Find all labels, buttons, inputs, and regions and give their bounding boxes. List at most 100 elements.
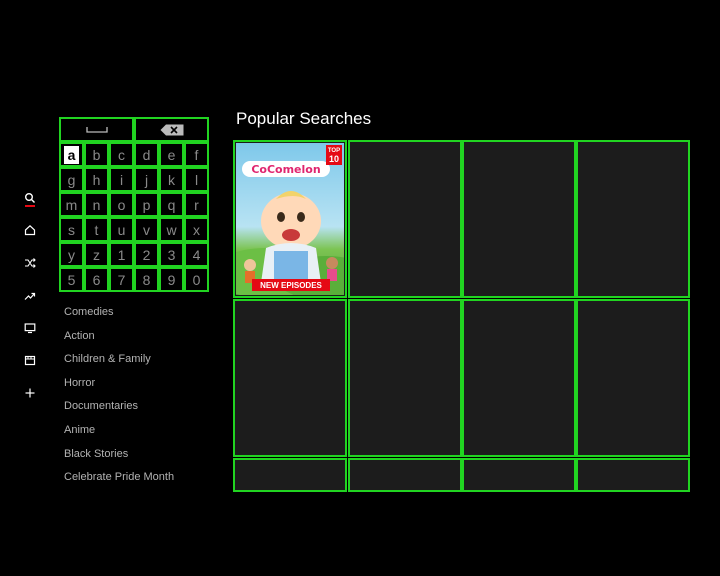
title-card[interactable]: [348, 140, 462, 298]
nav-tv[interactable]: [20, 318, 40, 338]
key-7[interactable]: 7: [109, 267, 134, 292]
nav-movies[interactable]: [20, 350, 40, 370]
key-label: 0: [192, 271, 201, 288]
key-g[interactable]: g: [59, 167, 84, 192]
key-label: 4: [192, 246, 201, 263]
show-logo-text: CoComelon: [251, 162, 321, 176]
key-k[interactable]: k: [159, 167, 184, 192]
title-card-featured[interactable]: CoComelon TOP 10 NEW EPISODES: [233, 140, 347, 298]
key-label: r: [194, 196, 199, 213]
key-label: 7: [117, 271, 126, 288]
key-m[interactable]: m: [59, 192, 84, 217]
key-4[interactable]: 4: [184, 242, 209, 267]
genre-item[interactable]: Documentaries: [64, 400, 138, 412]
title-card[interactable]: [576, 458, 690, 492]
key-label: t: [94, 221, 99, 238]
key-d[interactable]: d: [134, 142, 159, 167]
title-card[interactable]: [233, 299, 347, 457]
shuffle-icon: [25, 258, 36, 268]
nav-shuffle[interactable]: [20, 253, 40, 273]
genre-item[interactable]: Black Stories: [64, 448, 128, 460]
key-z[interactable]: z: [84, 242, 109, 267]
key-label: o: [117, 196, 126, 213]
key-label: n: [92, 196, 101, 213]
key-label: m: [65, 196, 78, 213]
genre-item[interactable]: Children & Family: [64, 353, 151, 365]
key-r[interactable]: r: [184, 192, 209, 217]
key-label: z: [93, 246, 100, 263]
title-card[interactable]: [462, 299, 576, 457]
key-t[interactable]: t: [84, 217, 109, 242]
key-label: w: [166, 221, 177, 238]
section-title: Popular Searches: [236, 109, 372, 128]
key-5[interactable]: 5: [59, 267, 84, 292]
key-label: k: [168, 171, 175, 188]
title-card[interactable]: [233, 458, 347, 492]
key-1[interactable]: 1: [109, 242, 134, 267]
genre-item[interactable]: Celebrate Pride Month: [64, 471, 174, 483]
key-label: x: [193, 221, 200, 238]
key-o[interactable]: o: [109, 192, 134, 217]
trending-icon: [24, 292, 36, 300]
key-p[interactable]: p: [134, 192, 159, 217]
nav-trending[interactable]: [20, 286, 40, 306]
key-c[interactable]: c: [109, 142, 134, 167]
title-card[interactable]: [462, 458, 576, 492]
key-label: 6: [92, 271, 101, 288]
title-card[interactable]: [348, 458, 462, 492]
key-label: y: [68, 246, 75, 263]
key-label: b: [92, 146, 101, 163]
key-8[interactable]: 8: [134, 267, 159, 292]
key-label: 2: [142, 246, 151, 263]
key-label: 1: [117, 246, 126, 263]
key-label: i: [119, 171, 124, 188]
title-card[interactable]: [576, 140, 690, 298]
key-label: d: [142, 146, 151, 163]
key-label: e: [167, 146, 176, 163]
key-3[interactable]: 3: [159, 242, 184, 267]
plus-icon: [25, 388, 35, 398]
top10-badge: TOP 10: [326, 145, 342, 165]
key-label: s: [68, 221, 75, 238]
key-label: l: [194, 171, 199, 188]
key-h[interactable]: h: [84, 167, 109, 192]
title-card[interactable]: [462, 140, 576, 298]
key-w[interactable]: w: [159, 217, 184, 242]
space-icon: [85, 126, 108, 133]
key-s[interactable]: s: [59, 217, 84, 242]
genre-item[interactable]: Horror: [64, 377, 95, 389]
key-q[interactable]: q: [159, 192, 184, 217]
key-j[interactable]: j: [134, 167, 159, 192]
genre-item[interactable]: Comedies: [64, 306, 114, 318]
space-key[interactable]: [59, 117, 134, 142]
nav-active-indicator: [25, 205, 35, 207]
backspace-key[interactable]: [134, 117, 209, 142]
key-9[interactable]: 9: [159, 267, 184, 292]
key-f[interactable]: f: [184, 142, 209, 167]
key-e[interactable]: e: [159, 142, 184, 167]
top10-badge-num: 10: [328, 154, 339, 164]
nav-home[interactable]: [20, 220, 40, 240]
key-b[interactable]: b: [84, 142, 109, 167]
genre-item[interactable]: Anime: [64, 424, 95, 436]
genre-item[interactable]: Action: [64, 330, 95, 342]
key-0[interactable]: 0: [184, 267, 209, 292]
title-card[interactable]: [348, 299, 462, 457]
key-a[interactable]: a: [59, 142, 84, 167]
key-6[interactable]: 6: [84, 267, 109, 292]
home-icon: [24, 224, 36, 236]
key-l[interactable]: l: [184, 167, 209, 192]
nav-search[interactable]: [20, 188, 40, 208]
nav-my-list[interactable]: [20, 383, 40, 403]
key-y[interactable]: y: [59, 242, 84, 267]
key-u[interactable]: u: [109, 217, 134, 242]
key-i[interactable]: i: [109, 167, 134, 192]
tv-icon: [24, 323, 36, 334]
key-label: a: [63, 145, 80, 164]
title-card[interactable]: [576, 299, 690, 457]
key-n[interactable]: n: [84, 192, 109, 217]
poster-image: CoComelon TOP 10 NEW EPISODES: [236, 143, 344, 295]
key-2[interactable]: 2: [134, 242, 159, 267]
key-x[interactable]: x: [184, 217, 209, 242]
key-v[interactable]: v: [134, 217, 159, 242]
